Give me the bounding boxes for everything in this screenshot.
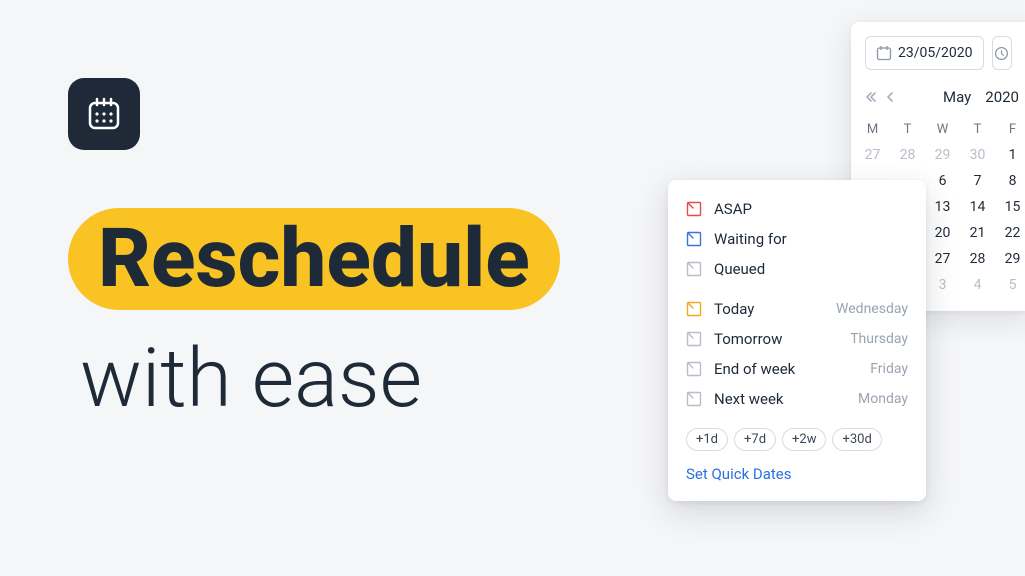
- quick-date-label: Today: [714, 300, 824, 318]
- chevrons-left-icon[interactable]: [865, 91, 877, 103]
- calendar-day[interactable]: 14: [960, 199, 995, 215]
- offset-chip[interactable]: +1d: [686, 428, 728, 451]
- quick-date-label: Tomorrow: [714, 330, 838, 348]
- offset-chip[interactable]: +2w: [782, 428, 826, 451]
- quick-date-item[interactable]: Tomorrow Thursday: [668, 324, 926, 354]
- quick-date-label: Next week: [714, 390, 846, 408]
- weekday-header: F: [995, 122, 1025, 137]
- calendar-day[interactable]: 28: [960, 251, 995, 267]
- calendar-day[interactable]: 29: [925, 147, 960, 163]
- quick-date-label: Queued: [714, 260, 908, 278]
- calendar-day[interactable]: 15: [995, 199, 1025, 215]
- calendar-day[interactable]: 8: [995, 173, 1025, 189]
- weekday-header: T: [960, 122, 995, 137]
- quick-date-item[interactable]: Next week Monday: [668, 384, 926, 414]
- calendar-small-icon: [876, 45, 892, 61]
- offset-chip[interactable]: +7d: [734, 428, 776, 451]
- month-label[interactable]: May: [943, 88, 971, 106]
- weekday-header: W: [925, 122, 960, 137]
- hero-title: Reschedule: [68, 208, 560, 310]
- calendar-day[interactable]: 20: [925, 225, 960, 241]
- flag-icon: [686, 391, 702, 407]
- calendar-day[interactable]: 30: [960, 147, 995, 163]
- quick-dates-popover: ASAP Waiting for Queued Today Wednesday Tomor…: [668, 180, 926, 501]
- year-label[interactable]: 2020: [985, 88, 1019, 106]
- weekday-header: M: [855, 122, 890, 137]
- app-icon: [68, 78, 140, 150]
- quick-date-label: Waiting for: [714, 230, 908, 248]
- calendar-day[interactable]: 22: [995, 225, 1025, 241]
- hero-subtitle: with ease: [80, 338, 560, 420]
- offset-chip[interactable]: +30d: [832, 428, 881, 451]
- calendar-day[interactable]: 1: [995, 147, 1025, 163]
- calendar-day[interactable]: 5: [995, 277, 1025, 293]
- quick-date-sublabel: Wednesday: [836, 301, 908, 317]
- calendar-day[interactable]: 4: [960, 277, 995, 293]
- date-value: 23/05/2020: [898, 45, 973, 61]
- flag-icon: [686, 301, 702, 317]
- flag-icon: [686, 261, 702, 277]
- flag-icon: [686, 331, 702, 347]
- quick-date-item[interactable]: Queued: [668, 254, 926, 284]
- time-input[interactable]: [992, 36, 1012, 70]
- calendar-day[interactable]: 7: [960, 173, 995, 189]
- clock-icon: [994, 46, 1009, 61]
- calendar-day[interactable]: 27: [855, 147, 890, 163]
- quick-date-item[interactable]: End of week Friday: [668, 354, 926, 384]
- quick-date-item[interactable]: Waiting for: [668, 224, 926, 254]
- calendar-day[interactable]: 21: [960, 225, 995, 241]
- hero-headline: Reschedule with ease: [68, 208, 560, 420]
- flag-icon: [686, 231, 702, 247]
- calendar-icon: [85, 95, 123, 133]
- quick-date-label: ASAP: [714, 200, 908, 218]
- quick-date-sublabel: Friday: [870, 361, 908, 377]
- calendar-day[interactable]: 27: [925, 251, 960, 267]
- quick-date-sublabel: Monday: [858, 391, 908, 407]
- calendar-day[interactable]: 6: [925, 173, 960, 189]
- calendar-day[interactable]: 29: [995, 251, 1025, 267]
- flag-icon: [686, 361, 702, 377]
- weekday-header: T: [890, 122, 925, 137]
- calendar-day[interactable]: 3: [925, 277, 960, 293]
- calendar-day[interactable]: 28: [890, 147, 925, 163]
- quick-date-item[interactable]: Today Wednesday: [668, 294, 926, 324]
- set-quick-dates-link[interactable]: Set Quick Dates: [668, 461, 926, 483]
- quick-date-sublabel: Thursday: [850, 331, 908, 347]
- quick-date-label: End of week: [714, 360, 858, 378]
- flag-icon: [686, 201, 702, 217]
- quick-date-item[interactable]: ASAP: [668, 194, 926, 224]
- chevron-left-icon[interactable]: [885, 91, 895, 103]
- date-input[interactable]: 23/05/2020: [865, 36, 984, 70]
- calendar-day[interactable]: 13: [925, 199, 960, 215]
